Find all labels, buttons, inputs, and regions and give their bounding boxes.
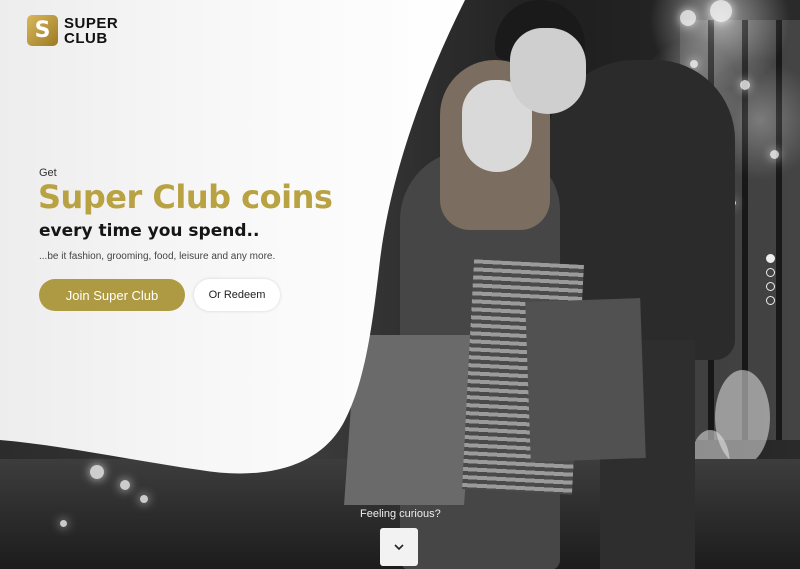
brand-logo[interactable]: S SUPER CLUB <box>27 15 118 46</box>
carousel-dot-3[interactable] <box>766 282 775 291</box>
brand-logo-mark: S <box>27 15 58 46</box>
carousel-dot-4[interactable] <box>766 296 775 305</box>
brand-line-2: CLUB <box>64 29 108 47</box>
carousel-dot-1[interactable] <box>766 254 775 263</box>
join-super-club-button[interactable]: Join Super Club <box>39 279 185 311</box>
brand-logo-wordmark: SUPER CLUB <box>64 16 118 46</box>
carousel-pagination <box>766 254 775 305</box>
hero-title: Super Club coins <box>38 178 333 216</box>
carousel-dot-2[interactable] <box>766 268 775 277</box>
redeem-button[interactable]: Or Redeem <box>194 279 280 311</box>
hero-description: ...be it fashion, grooming, food, leisur… <box>39 251 276 262</box>
scroll-down-button[interactable] <box>380 528 418 566</box>
hero-subtitle: every time you spend.. <box>39 221 260 241</box>
brand-line-1: SUPER <box>64 14 119 32</box>
feeling-curious-label: Feeling curious? <box>360 508 441 520</box>
chevron-down-icon <box>394 544 404 551</box>
